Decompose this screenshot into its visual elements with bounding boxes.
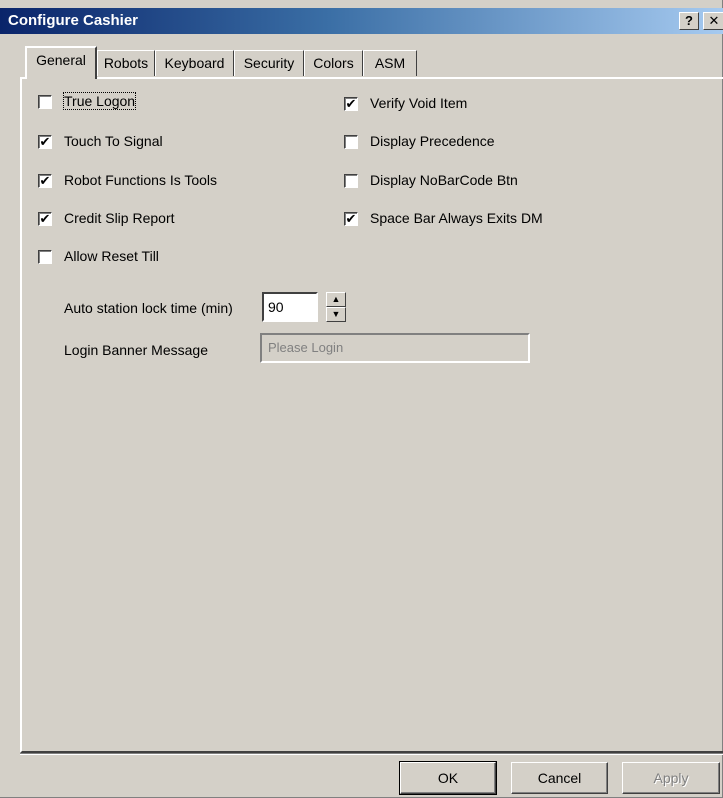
configure-cashier-dialog: Configure Cashier ? ✕ General Robots Key…	[0, 0, 723, 798]
tab-robots[interactable]: Robots	[97, 50, 155, 76]
ok-button[interactable]: OK	[399, 761, 497, 795]
tab-colors[interactable]: Colors	[304, 50, 363, 76]
general-tab-panel	[20, 77, 723, 753]
tab-general[interactable]: General	[25, 46, 97, 79]
apply-button[interactable]: Apply	[622, 762, 720, 794]
tab-keyboard[interactable]: Keyboard	[155, 50, 234, 76]
tab-asm[interactable]: ASM	[363, 50, 417, 76]
cancel-button[interactable]: Cancel	[511, 762, 608, 794]
footer-separator	[20, 753, 723, 755]
tab-security[interactable]: Security	[234, 50, 304, 76]
tab-strip: General Robots Keyboard Security Colors …	[0, 0, 723, 80]
